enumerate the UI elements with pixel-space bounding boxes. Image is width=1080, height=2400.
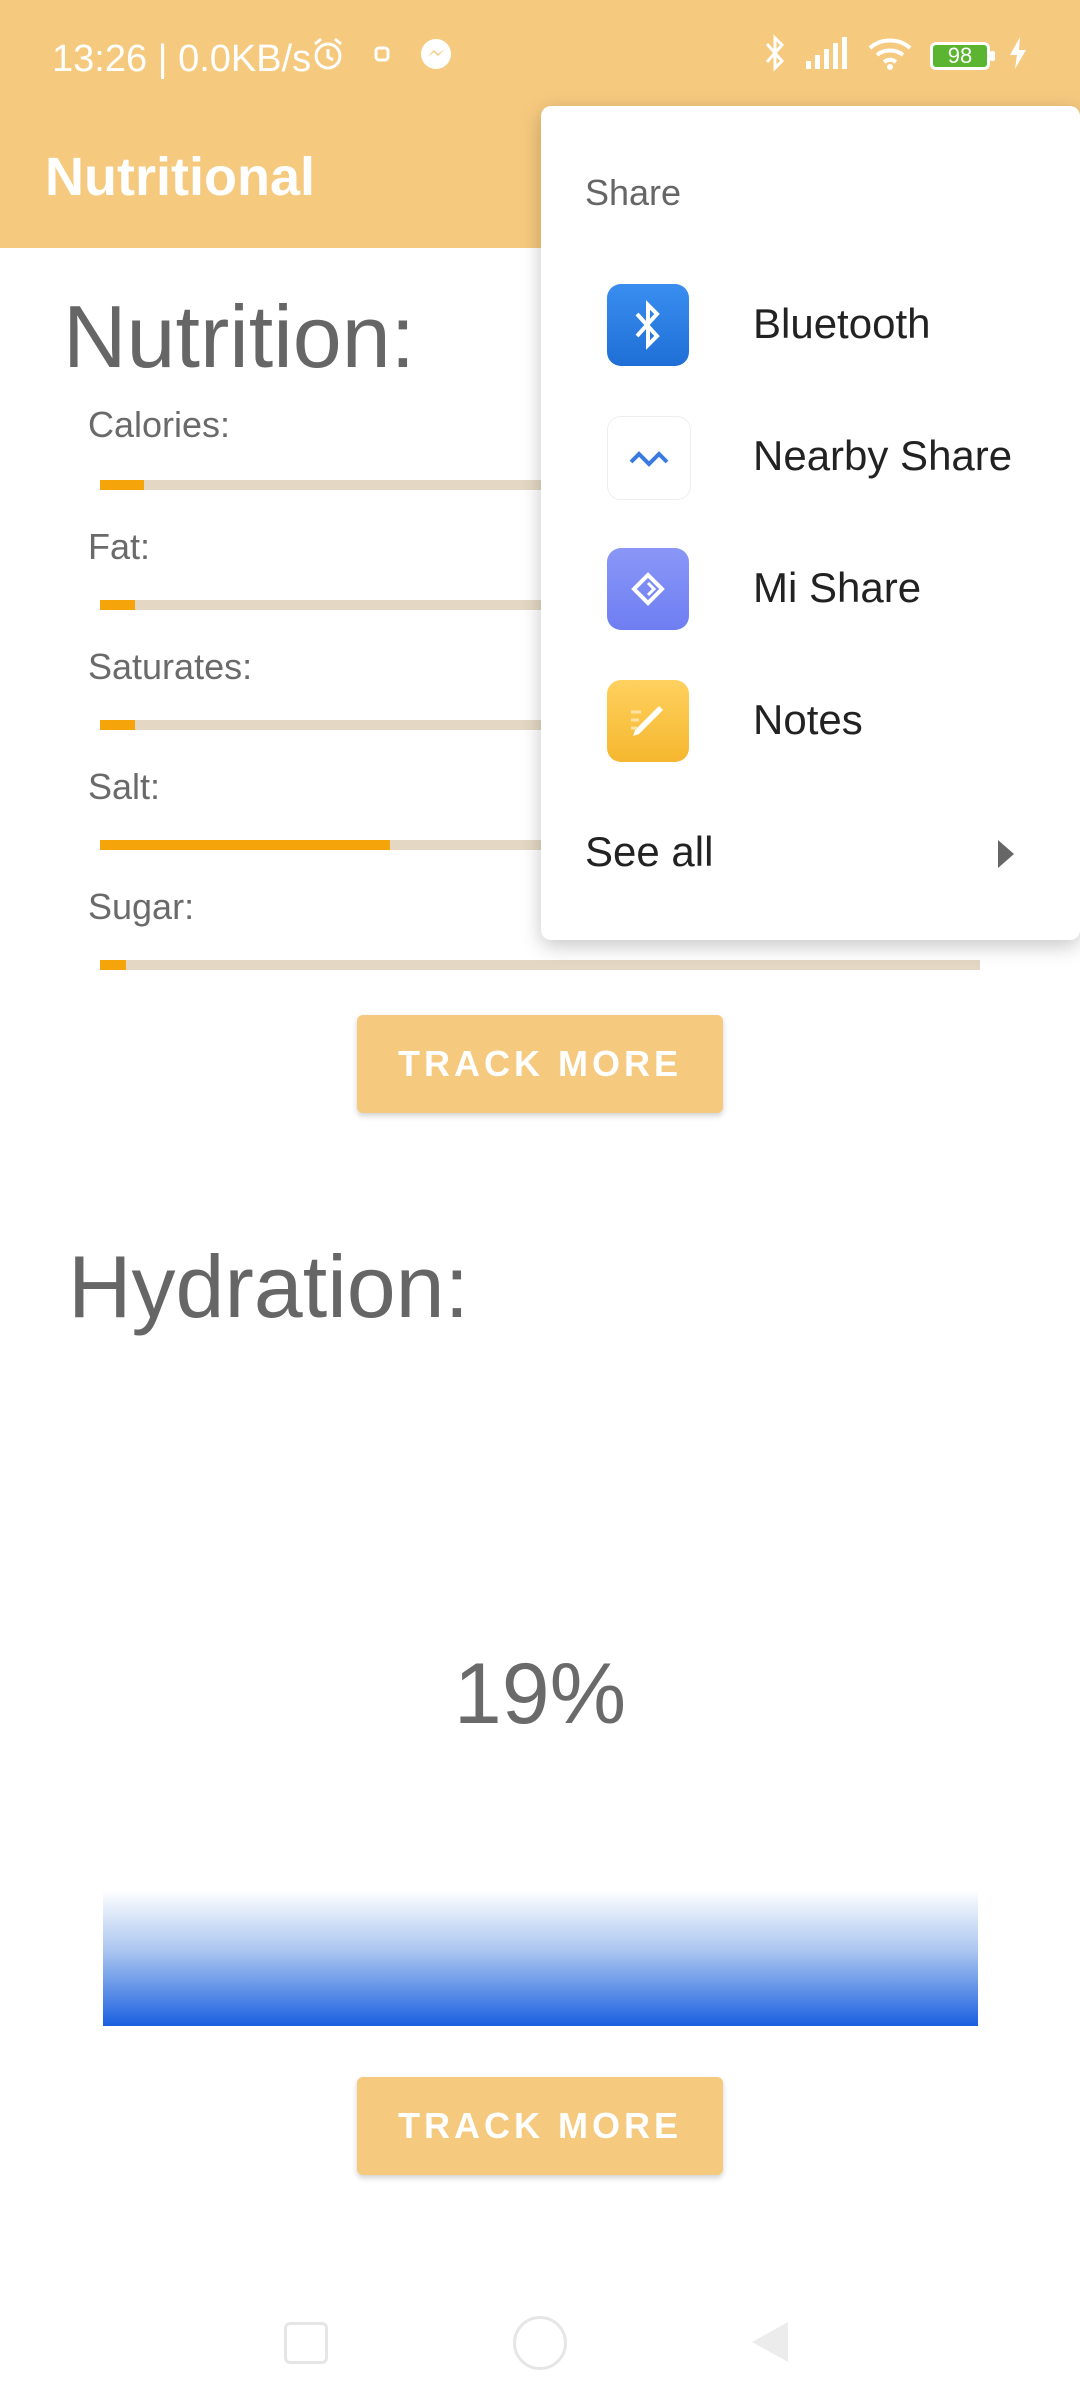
navigation-bar xyxy=(0,2300,1080,2400)
fat-progress-fill xyxy=(100,600,136,610)
saturates-label: Saturates: xyxy=(88,646,253,687)
notification-icon xyxy=(370,42,394,71)
salt-label: Salt: xyxy=(88,766,161,807)
charging-icon xyxy=(1008,37,1028,74)
sugar-progress-bar xyxy=(100,960,980,970)
hydration-title: Hydration: xyxy=(68,1237,470,1336)
see-all-button[interactable]: See all xyxy=(585,828,713,876)
nearby-share-icon xyxy=(607,416,691,500)
fat-label: Fat: xyxy=(88,526,151,567)
notes-icon xyxy=(607,680,689,762)
calories-label: Calories: xyxy=(88,404,231,445)
hydration-water-level xyxy=(103,1890,978,2026)
app-title: Nutritional xyxy=(45,147,315,207)
bluetooth-icon xyxy=(764,34,786,77)
sugar-progress-fill xyxy=(100,960,127,970)
calories-progress-fill xyxy=(100,480,144,490)
back-button[interactable] xyxy=(752,2322,788,2362)
mi-share-icon xyxy=(607,548,689,630)
hydration-track-more-button[interactable]: TRACK MORE xyxy=(357,2077,723,2175)
home-button[interactable] xyxy=(513,2316,567,2370)
saturates-progress-fill xyxy=(100,720,136,730)
share-item-label: Mi Share xyxy=(753,564,922,611)
messenger-icon xyxy=(418,36,454,77)
signal-icon xyxy=(804,37,850,74)
recent-apps-button[interactable] xyxy=(284,2322,328,2364)
share-item-nearby-share[interactable]: Nearby Share xyxy=(541,416,1080,536)
alarm-icon xyxy=(310,36,346,77)
salt-progress-fill xyxy=(100,840,391,850)
share-item-notes[interactable]: Notes xyxy=(541,680,1080,800)
nutrition-track-more-button[interactable]: TRACK MORE xyxy=(357,1015,723,1113)
share-item-label: Notes xyxy=(753,696,863,743)
share-item-label: Bluetooth xyxy=(753,300,931,347)
chevron-right-icon xyxy=(998,840,1014,868)
status-time: 13:26 | 0.0KB/s xyxy=(52,38,312,80)
battery-icon: 98 xyxy=(930,41,995,70)
bluetooth-icon xyxy=(607,284,689,366)
hydration-percent: 19% xyxy=(453,1646,627,1742)
share-item-bluetooth[interactable]: Bluetooth xyxy=(541,284,1080,404)
share-item-label: Nearby Share xyxy=(753,432,1013,479)
share-menu-header: Share xyxy=(585,172,682,213)
share-menu: Share Bluetooth Nearby Share Mi Share No… xyxy=(541,106,1080,940)
share-item-mi-share[interactable]: Mi Share xyxy=(541,548,1080,668)
wifi-icon xyxy=(868,36,912,75)
nutrition-title: Nutrition: xyxy=(63,287,416,386)
status-bar: 13:26 | 0.0KB/s 98 xyxy=(0,0,1080,120)
sugar-label: Sugar: xyxy=(88,886,195,927)
